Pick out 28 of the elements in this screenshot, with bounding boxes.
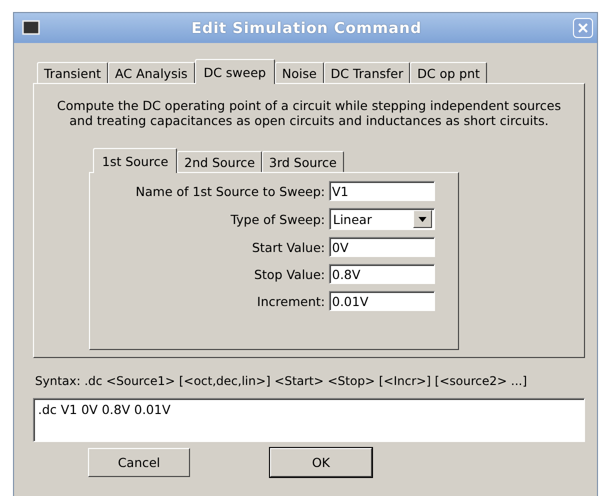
- source-tab[interactable]: 3rd Source: [262, 151, 344, 172]
- syntax-text: Syntax: .dc <Source1> [<oct,dec,lin>] <Start> <Stop> [<Incr>] [<source2> ...]: [35, 374, 528, 388]
- field-label: Type of Sweep:: [230, 212, 325, 226]
- cancel-button[interactable]: Cancel: [88, 448, 190, 477]
- input-field[interactable]: 0.8V: [329, 264, 435, 284]
- field-label: Name of 1st Source to Sweep:: [134, 184, 325, 198]
- tab[interactable]: DC op pnt: [410, 62, 487, 83]
- ok-button[interactable]: OK: [270, 448, 372, 477]
- input-field[interactable]: 0V: [329, 237, 435, 257]
- tab[interactable]: DC sweep: [194, 59, 275, 84]
- command-field[interactable]: .dc V1 0V 0.8V 0.01V: [33, 398, 585, 442]
- window-icon: [22, 20, 40, 36]
- tab[interactable]: AC Analysis: [108, 62, 195, 83]
- description-text: Compute the DC operating point of a circuit while stepping independent sources and treating capacitances as open circuits and inductances as short circuits.: [56, 98, 562, 128]
- source-tab[interactable]: 1st Source: [93, 148, 178, 173]
- field-label: Start Value:: [250, 240, 325, 254]
- input-field[interactable]: V1: [329, 181, 435, 201]
- tab[interactable]: DC Transfer: [324, 62, 410, 83]
- dropdown[interactable]: Linear: [329, 208, 435, 230]
- input-field[interactable]: 0.01V: [329, 291, 435, 311]
- source-tab[interactable]: 2nd Source: [177, 151, 262, 172]
- field-label: Stop Value:: [253, 266, 325, 282]
- close-icon: [577, 22, 589, 34]
- tab[interactable]: Transient: [37, 62, 108, 83]
- tab[interactable]: Noise: [274, 62, 324, 83]
- close-button[interactable]: [573, 18, 593, 38]
- field-label: Increment:: [256, 294, 325, 308]
- window-title: Edit Simulation Command: [190, 19, 423, 37]
